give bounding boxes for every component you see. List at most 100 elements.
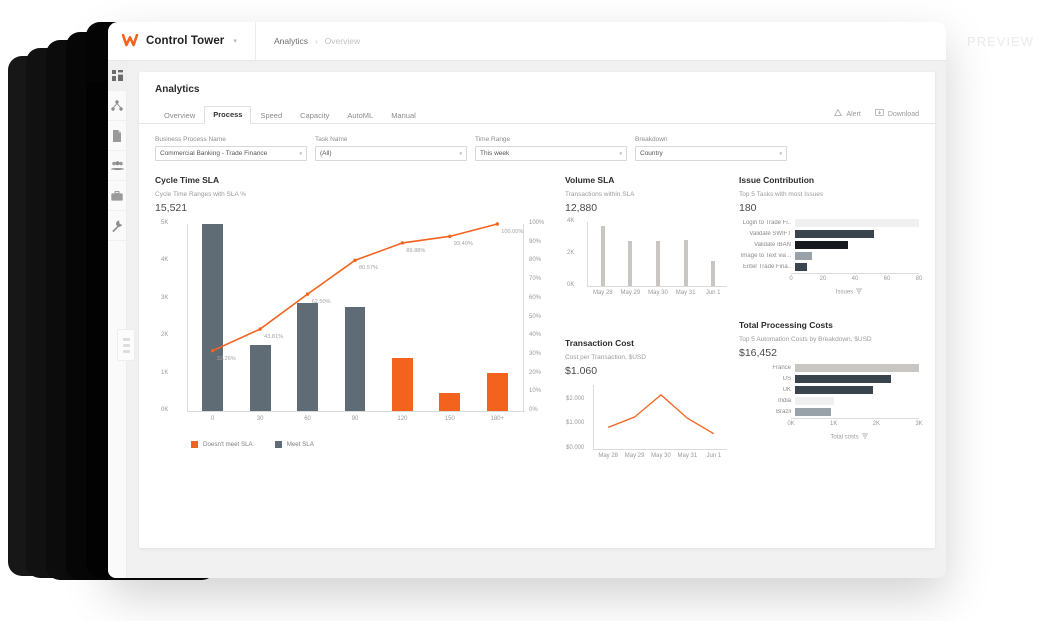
legend-item-meet-sla[interactable]: Meet SLA (274, 441, 314, 448)
bar[interactable] (795, 218, 919, 227)
bar[interactable] (391, 357, 413, 411)
tab-manual[interactable]: Manual (382, 107, 425, 124)
sidebar-item-settings[interactable] (108, 211, 126, 241)
bar[interactable] (202, 224, 224, 411)
sort-icon[interactable] (861, 433, 868, 441)
bar[interactable] (600, 225, 605, 286)
bar[interactable] (344, 306, 366, 411)
filter-value: This week (480, 150, 510, 157)
chart-subtitle: Cost per Transaction, $USD (565, 354, 646, 361)
hbar-track (795, 251, 919, 260)
bar[interactable] (795, 229, 875, 238)
x-axis-tick-label: 90 (351, 416, 359, 422)
y2-axis-tick-label: 100% (529, 220, 545, 226)
tab-automl[interactable]: AutoML (338, 107, 382, 124)
bar[interactable] (711, 260, 716, 286)
tab-bar: Overview Process Speed Capacity AutoML M… (139, 105, 935, 124)
sidebar-item-processes[interactable] (108, 91, 126, 121)
chevron-down-icon: ▾ (619, 150, 622, 157)
brand-name: Control Tower (146, 35, 225, 47)
x-axis-tick-label: May 31 (675, 290, 696, 296)
filter-select[interactable]: Commercial Banking - Trade Finance ▾ (155, 146, 307, 161)
download-icon (874, 109, 884, 119)
hbar-track (795, 374, 919, 383)
bar[interactable] (795, 240, 848, 249)
x-axis-tick-label: May 29 (624, 453, 645, 459)
bar[interactable] (795, 262, 808, 271)
bar[interactable] (249, 345, 271, 411)
legend-item-doesnt-meet-sla[interactable]: Doesn't meet SLA (191, 441, 253, 448)
filter-value: (All) (320, 150, 332, 157)
sidebar-item-documents[interactable] (108, 121, 126, 151)
y2-axis-tick-label: 0% (529, 407, 538, 413)
brand-zone[interactable]: Control Tower ▾ (108, 22, 256, 60)
document-icon (112, 129, 122, 142)
bar[interactable] (795, 407, 831, 416)
bar[interactable] (795, 251, 813, 260)
tab-process[interactable]: Process (204, 106, 252, 124)
analytics-card: Analytics Overview Process Speed Capacit… (139, 72, 935, 548)
x-axis-tick-label: 60 (304, 416, 311, 422)
x-axis-tick-label: Jun 1 (705, 290, 721, 296)
x-axis-tick-label: May 31 (677, 453, 698, 459)
x-axis-tick-label: 80 (915, 276, 923, 282)
tab-overview[interactable]: Overview (155, 107, 204, 124)
filter-select[interactable]: Country ▾ (635, 146, 787, 161)
y-axis-tick-label: 3K (161, 294, 169, 301)
chart-title: Transaction Cost (565, 338, 634, 348)
filter-bar: Business Process Name Commercial Banking… (139, 124, 935, 161)
y-axis-tick-label: 0K (161, 407, 169, 413)
filter-select[interactable]: (All) ▾ (315, 146, 467, 161)
hbar-category-label: Login to Trade Fi.. (742, 219, 791, 226)
panel-resize-handle[interactable] (117, 329, 135, 361)
y2-axis-tick-label: 10% (529, 388, 542, 395)
download-button[interactable]: Download (874, 109, 919, 119)
table-row: India (739, 396, 919, 405)
chart-plot-area[interactable]: $0.000 $1.000 $2.000 May 28 May 29 May 30 May … (565, 381, 731, 463)
bar[interactable] (628, 240, 633, 286)
breadcrumb-item-overview[interactable]: Overview (325, 36, 360, 46)
legend-swatch (191, 441, 198, 448)
axis-caption-label: Issues (835, 289, 854, 296)
brand-chevron-down-icon[interactable]: ▾ (233, 37, 237, 45)
chart-plot-area[interactable]: France US UK India Brazil 0K 1K 2K 3K Total costs (739, 363, 923, 441)
x-axis-tick-label: May 30 (651, 453, 671, 459)
page-title: Analytics (155, 84, 200, 95)
hbar-category-label: Image to Text via .. (740, 252, 791, 259)
x-axis-tick-label: 2K (872, 421, 880, 427)
tab-actions: Alert Download (834, 108, 919, 123)
filter-business-process-name: Business Process Name Commercial Banking… (155, 136, 307, 161)
x-axis-tick-label: 180+ (490, 416, 505, 422)
alert-button[interactable]: Alert (834, 108, 861, 119)
app-window: Control Tower ▾ Analytics › Overview Ana… (108, 22, 946, 578)
hbar-category-label: Enter Trade Fina.. (742, 263, 791, 270)
chart-plot-area[interactable]: 0K 1K 2K 3K 4K 5K 0% 10% 20% 30% 40% 50% 60% 70% 80% 90… (155, 218, 555, 433)
chart-plot-area[interactable]: Login to Trade Fi.. Validate SWIFT Validat… (739, 218, 922, 296)
chart-title: Issue Contribution (739, 175, 815, 185)
bar[interactable] (297, 302, 318, 411)
y-axis-tick-label: 4K (567, 218, 575, 224)
bar[interactable] (795, 374, 892, 383)
sidebar-item-work[interactable] (108, 181, 126, 211)
bar[interactable] (795, 385, 874, 394)
sidebar-item-dashboard[interactable] (108, 61, 126, 91)
bar[interactable] (439, 392, 461, 411)
bar[interactable] (656, 240, 660, 286)
bar[interactable] (683, 240, 688, 286)
chart-volume-sla: Volume SLA Transactions within SLA 12,88… (565, 175, 731, 300)
chart-plot-area[interactable]: 0K 2K 4K May 28 May 29 May 30 May 31 Jun 1 (565, 218, 731, 300)
table-row: France (739, 363, 919, 372)
filter-select[interactable]: This week ▾ (475, 146, 627, 161)
line-data-label: 89.88% (406, 247, 426, 254)
bar[interactable] (795, 363, 919, 372)
y2-axis-tick-label: 40% (529, 332, 542, 339)
tab-capacity[interactable]: Capacity (291, 107, 338, 124)
breadcrumb-item-analytics[interactable]: Analytics (274, 36, 308, 46)
bar[interactable] (486, 373, 508, 411)
x-axis-tick-label: 60 (883, 276, 891, 282)
sidebar-item-teams[interactable] (108, 151, 126, 181)
bar[interactable] (795, 396, 835, 405)
sort-icon[interactable] (856, 288, 863, 296)
x-axis: 0 20 40 60 80 (789, 273, 922, 286)
tab-speed[interactable]: Speed (251, 107, 291, 124)
